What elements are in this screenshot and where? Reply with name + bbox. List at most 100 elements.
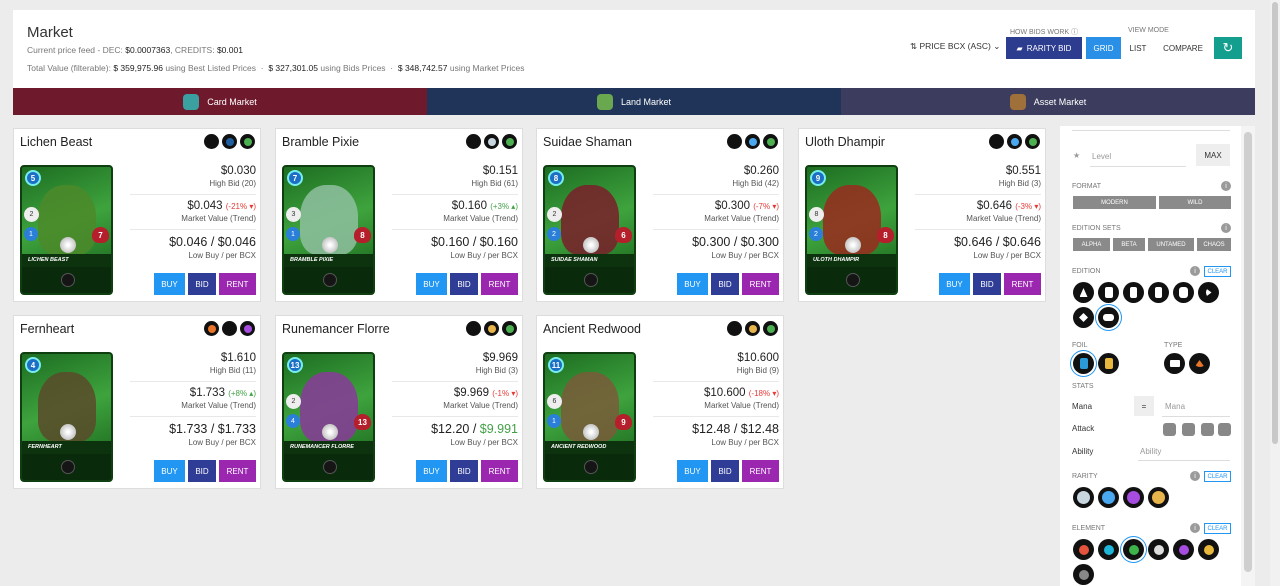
- card-listing[interactable]: Bramble Pixie 7 8 3 1 BRAMBLE PIXIE $0.151 High…: [275, 128, 523, 302]
- edition-promo-icon[interactable]: [1123, 282, 1144, 303]
- info-icon[interactable]: i: [1190, 266, 1200, 276]
- info-icon[interactable]: i: [1221, 223, 1231, 233]
- buy-button[interactable]: BUY: [416, 273, 447, 295]
- card-listing[interactable]: Ancient Redwood 11 9 6 1 ANCIENT REDWOOD $10.6…: [536, 315, 784, 489]
- view-grid-button[interactable]: GRID: [1086, 37, 1121, 59]
- edition-reward-icon[interactable]: [1148, 282, 1169, 303]
- edition-alpha-icon[interactable]: [1073, 282, 1094, 303]
- card-image[interactable]: 9 8 8 2 ULOTH DHAMPIR: [805, 165, 898, 295]
- bid-button[interactable]: BID: [711, 273, 739, 295]
- rarity-rare-icon[interactable]: [1098, 487, 1119, 508]
- type-monster-icon[interactable]: [1164, 353, 1185, 374]
- filter-scroll-thumb[interactable]: [1244, 132, 1252, 572]
- info-icon[interactable]: i: [1221, 181, 1231, 191]
- foil-gold-icon[interactable]: [1098, 353, 1119, 374]
- edition-chaos-icon[interactable]: [1073, 307, 1094, 328]
- type-summoner-icon[interactable]: [1189, 353, 1210, 374]
- edition-untamed-icon[interactable]: [1173, 282, 1194, 303]
- set-alpha[interactable]: ALPHA: [1073, 238, 1110, 251]
- element-neutral-icon[interactable]: [1073, 564, 1094, 585]
- rarity-epic-icon[interactable]: [1123, 487, 1144, 508]
- edition-beta-icon[interactable]: [1098, 282, 1119, 303]
- set-beta[interactable]: BETA: [1113, 238, 1145, 251]
- card-image[interactable]: 5 7 2 1 LICHEN BEAST: [20, 165, 113, 295]
- rent-button[interactable]: RENT: [219, 273, 256, 295]
- element-death-icon[interactable]: [1173, 539, 1194, 560]
- format-modern[interactable]: MODERN: [1073, 196, 1156, 209]
- bid-button[interactable]: BID: [711, 460, 739, 482]
- edition-dice-icon[interactable]: [1198, 282, 1219, 303]
- buy-button[interactable]: BUY: [154, 273, 185, 295]
- rarity-common-icon[interactable]: [1073, 487, 1094, 508]
- rarity-clear[interactable]: CLEAR: [1204, 471, 1231, 482]
- bid-button[interactable]: BID: [450, 273, 478, 295]
- attack-magic-icon[interactable]: [1201, 423, 1214, 436]
- card-image[interactable]: 13 13 2 4 RUNEMANCER FLORRE: [282, 352, 375, 482]
- card-image[interactable]: 8 6 2 2 SUIDAE SHAMAN: [543, 165, 636, 295]
- card-image[interactable]: 11 9 6 1 ANCIENT REDWOOD: [543, 352, 636, 482]
- edition-riftwatchers-icon[interactable]: [1098, 307, 1119, 328]
- page-scrollbar[interactable]: [1270, 0, 1280, 586]
- card-name[interactable]: Suidae Shaman: [543, 135, 632, 149]
- rent-button[interactable]: RENT: [1004, 273, 1041, 295]
- set-chaos[interactable]: CHAOS: [1197, 238, 1231, 251]
- element-fire-icon[interactable]: [1073, 539, 1094, 560]
- rarity-bid-button[interactable]: ▰ RARITY BID: [1006, 37, 1082, 59]
- max-level-button[interactable]: MAX: [1196, 144, 1230, 166]
- bid-button[interactable]: BID: [450, 460, 478, 482]
- view-compare-button[interactable]: COMPARE: [1158, 37, 1208, 59]
- info-icon[interactable]: i: [1190, 523, 1200, 533]
- rarity-legendary-icon[interactable]: [1148, 487, 1169, 508]
- bid-button[interactable]: BID: [188, 460, 216, 482]
- view-list-button[interactable]: LIST: [1123, 37, 1153, 59]
- format-wild[interactable]: WILD: [1159, 196, 1231, 209]
- page-scroll-thumb[interactable]: [1272, 2, 1278, 444]
- how-bids-work-link[interactable]: HOW BIDS WORK ⓘ: [1010, 27, 1078, 37]
- card-listing[interactable]: Lichen Beast 5 7 2 1 LICHEN BEAST $0.030 High B…: [13, 128, 261, 302]
- card-name[interactable]: Runemancer Florre: [282, 322, 390, 336]
- buy-button[interactable]: BUY: [416, 460, 447, 482]
- card-listing[interactable]: Suidae Shaman 8 6 2 2 SUIDAE SHAMAN $0.260 High…: [536, 128, 784, 302]
- card-listing[interactable]: Uloth Dhampir 9 8 8 2 ULOTH DHAMPIR $0.551 High…: [798, 128, 1046, 302]
- level-input[interactable]: Level: [1092, 152, 1111, 161]
- element-water-icon[interactable]: [1098, 539, 1119, 560]
- bid-button[interactable]: BID: [188, 273, 216, 295]
- buy-button[interactable]: BUY: [154, 460, 185, 482]
- buy-button[interactable]: BUY: [677, 273, 708, 295]
- element-clear[interactable]: CLEAR: [1204, 523, 1231, 534]
- tab-asset-market[interactable]: Asset Market: [841, 88, 1255, 115]
- filter-scrollbar[interactable]: [1241, 126, 1255, 586]
- card-image[interactable]: 4 FERNHEART: [20, 352, 113, 482]
- rent-button[interactable]: RENT: [481, 460, 518, 482]
- element-life-icon[interactable]: [1148, 539, 1169, 560]
- element-earth-icon[interactable]: [1123, 539, 1144, 560]
- rent-button[interactable]: RENT: [742, 273, 779, 295]
- attack-none-icon[interactable]: [1218, 423, 1231, 436]
- card-name[interactable]: Uloth Dhampir: [805, 135, 885, 149]
- bid-button[interactable]: BID: [973, 273, 1001, 295]
- edition-clear[interactable]: CLEAR: [1204, 266, 1231, 277]
- card-name[interactable]: Ancient Redwood: [543, 322, 641, 336]
- card-name[interactable]: Lichen Beast: [20, 135, 92, 149]
- attack-ranged-icon[interactable]: [1182, 423, 1195, 436]
- tab-land-market[interactable]: Land Market: [427, 88, 841, 115]
- foil-regular-icon[interactable]: [1073, 353, 1094, 374]
- card-listing[interactable]: Fernheart 4 FERNHEART $1.610 High Bid (11) $1…: [13, 315, 261, 489]
- rent-button[interactable]: RENT: [219, 460, 256, 482]
- refresh-button[interactable]: ↻: [1214, 37, 1242, 59]
- info-icon[interactable]: i: [1190, 471, 1200, 481]
- tab-card-market[interactable]: Card Market: [13, 88, 427, 115]
- card-image[interactable]: 7 8 3 1 BRAMBLE PIXIE: [282, 165, 375, 295]
- element-dragon-icon[interactable]: [1198, 539, 1219, 560]
- rent-button[interactable]: RENT: [481, 273, 518, 295]
- attack-melee-icon[interactable]: [1163, 423, 1176, 436]
- mana-operator[interactable]: =: [1134, 396, 1154, 416]
- card-name[interactable]: Bramble Pixie: [282, 135, 359, 149]
- rent-button[interactable]: RENT: [742, 460, 779, 482]
- sort-dropdown[interactable]: ⇅ PRICE BCX (ASC) ⌄: [910, 41, 1000, 52]
- set-untamed[interactable]: UNTAMED: [1148, 238, 1194, 251]
- card-listing[interactable]: Runemancer Florre 13 13 2 4 RUNEMANCER FLORRE…: [275, 315, 523, 489]
- buy-button[interactable]: BUY: [939, 273, 970, 295]
- mana-input[interactable]: Mana: [1165, 402, 1185, 411]
- ability-input[interactable]: Ability: [1140, 447, 1161, 456]
